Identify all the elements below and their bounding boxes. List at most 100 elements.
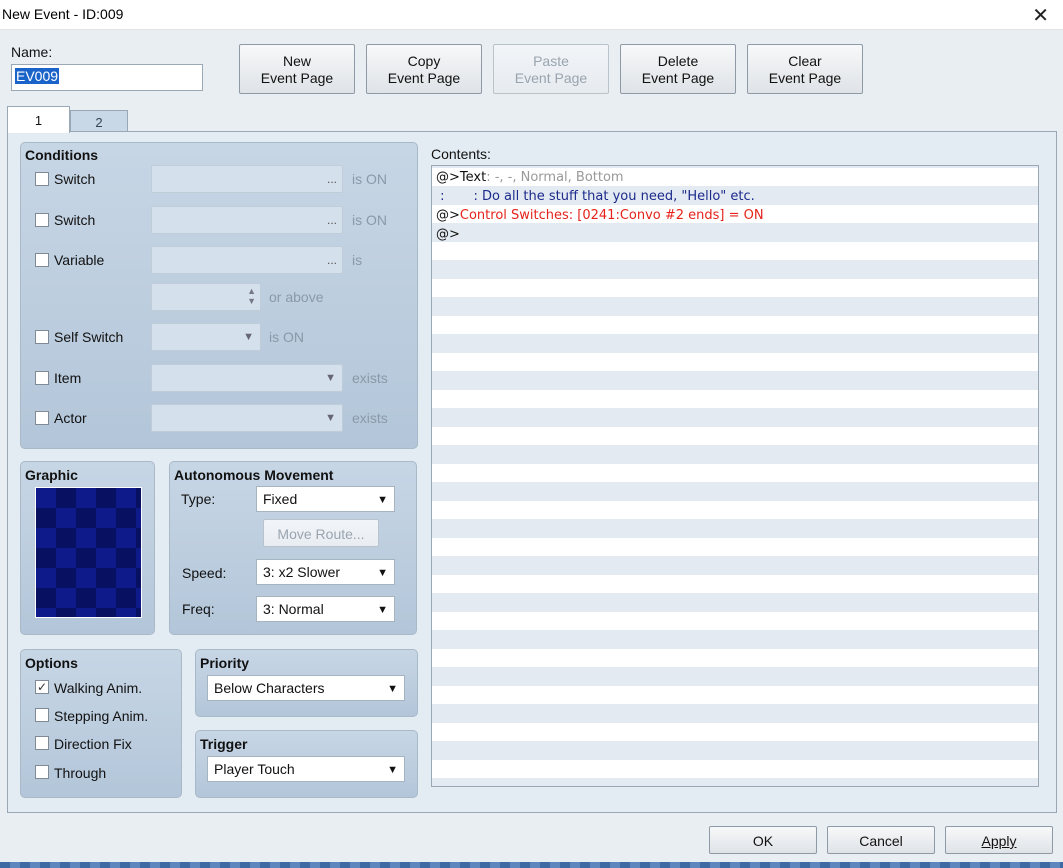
type-label: Type: [181, 491, 216, 507]
button-line: Event Page [387, 70, 461, 86]
spin-up-icon[interactable]: ▲ [247, 286, 256, 296]
command-line-control-switches[interactable]: @>Control Switches: [0241:Convo #2 ends]… [436, 208, 764, 223]
clear-event-page-button[interactable]: Clear Event Page [747, 44, 863, 94]
button-line: Event Page [514, 70, 588, 86]
variable-checkbox[interactable] [35, 253, 49, 267]
title-bar: New Event - ID:009 ✕ [0, 0, 1063, 30]
command-line-empty[interactable]: @> [436, 227, 460, 242]
speed-select[interactable]: 3: x2 Slower ▼ [256, 559, 395, 585]
spin-down-icon[interactable]: ▼ [247, 296, 256, 306]
paste-event-page-button[interactable]: Paste Event Page [493, 44, 609, 94]
actor-checkbox[interactable] [35, 411, 49, 425]
actor-select[interactable]: ▼ [151, 404, 343, 432]
button-line: Clear [788, 53, 822, 69]
close-icon[interactable]: ✕ [1032, 3, 1049, 28]
name-input[interactable]: EV009 [11, 64, 203, 91]
ok-button[interactable]: OK [709, 826, 817, 854]
switch2-label: Switch [54, 212, 96, 228]
trigger-select[interactable]: Player Touch ▼ [207, 756, 405, 782]
ellipsis-icon: ... [326, 172, 337, 186]
direction-fix-label: Direction Fix [54, 736, 132, 752]
dropdown-arrow-icon: ▼ [377, 604, 388, 616]
item-select[interactable]: ▼ [151, 364, 343, 392]
self-switch-select[interactable]: ▼ [151, 323, 261, 351]
graphic-preview[interactable] [35, 487, 142, 618]
command-args: Control Switches: [0241:Convo #2 ends] =… [459, 208, 764, 223]
variable-field[interactable]: ... [151, 246, 343, 274]
speed-label: Speed: [182, 565, 227, 581]
ellipsis-icon: ... [326, 213, 337, 227]
dropdown-arrow-icon: ▼ [387, 764, 398, 776]
stepper-arrows-icon[interactable]: ▲ ▼ [247, 286, 256, 306]
tab-page-1[interactable]: 1 [7, 106, 70, 133]
variable-label: Variable [54, 252, 105, 268]
button-line: Copy [407, 53, 441, 69]
window-title: New Event - ID:009 [2, 6, 124, 22]
contents-label: Contents: [431, 146, 491, 162]
switch1-label: Switch [54, 171, 96, 187]
type-value: Fixed [263, 491, 298, 507]
button-line: Event Page [768, 70, 842, 86]
walking-anim-label: Walking Anim. [54, 680, 143, 696]
self-switch-label: Self Switch [54, 329, 124, 345]
autonomous-movement-title: Autonomous Movement [174, 467, 334, 483]
switch2-suffix: is ON [352, 212, 387, 228]
options-title: Options [25, 655, 78, 671]
switch2-checkbox[interactable] [35, 213, 49, 227]
self-switch-suffix: is ON [269, 329, 304, 345]
command-args: : -, -, Normal, Bottom [486, 170, 624, 185]
conditions-title: Conditions [25, 147, 99, 163]
button-line: Paste [533, 53, 569, 69]
dropdown-arrow-icon: ▼ [243, 331, 254, 343]
freq-select[interactable]: 3: Normal ▼ [256, 596, 395, 622]
graphic-title: Graphic [25, 467, 78, 483]
actor-suffix: exists [352, 410, 388, 426]
item-checkbox[interactable] [35, 371, 49, 385]
variable-suffix: is [352, 252, 363, 268]
command-prefix: @>Text [436, 170, 487, 185]
through-label: Through [54, 765, 107, 781]
switch1-field[interactable]: ... [151, 165, 343, 193]
command-prefix: @> [436, 208, 460, 223]
new-event-page-button[interactable]: New Event Page [239, 44, 355, 94]
actor-label: Actor [54, 410, 87, 426]
priority-title: Priority [200, 655, 250, 671]
taskbar-strip [0, 862, 1063, 868]
delete-event-page-button[interactable]: Delete Event Page [620, 44, 736, 94]
through-checkbox[interactable] [35, 765, 49, 779]
name-label: Name: [11, 44, 53, 60]
stepping-anim-checkbox[interactable] [35, 708, 49, 722]
button-line: Event Page [260, 70, 334, 86]
stepping-anim-label: Stepping Anim. [54, 708, 149, 724]
switch1-checkbox[interactable] [35, 172, 49, 186]
direction-fix-checkbox[interactable] [35, 736, 49, 750]
walking-anim-checkbox[interactable]: ✓ [35, 680, 49, 694]
switch1-suffix: is ON [352, 171, 387, 187]
dropdown-arrow-icon: ▼ [377, 494, 388, 506]
variable-value-stepper[interactable]: ▲ ▼ [151, 283, 261, 311]
button-line: Delete [657, 53, 699, 69]
button-line: Event Page [641, 70, 715, 86]
priority-select[interactable]: Below Characters ▼ [207, 675, 405, 701]
command-line-text[interactable]: @>Text: -, -, Normal, Bottom [436, 170, 624, 185]
switch2-field[interactable]: ... [151, 206, 343, 234]
apply-button[interactable]: Apply [945, 826, 1053, 854]
button-line: New [282, 53, 311, 69]
event-contents-list[interactable]: @>Text: -, -, Normal, Bottom : : Do all … [431, 165, 1039, 787]
item-label: Item [54, 370, 82, 386]
tab-page-2[interactable]: 2 [70, 110, 128, 132]
cancel-button[interactable]: Cancel [827, 826, 935, 854]
name-value: EV009 [15, 68, 60, 84]
trigger-title: Trigger [200, 736, 248, 752]
command-line-message[interactable]: : : Do all the stuff that you need, "Hel… [436, 189, 755, 204]
ellipsis-icon: ... [326, 253, 337, 267]
freq-label: Freq: [182, 601, 215, 617]
copy-event-page-button[interactable]: Copy Event Page [366, 44, 482, 94]
priority-value: Below Characters [214, 680, 325, 696]
type-select[interactable]: Fixed ▼ [256, 486, 395, 512]
or-above-label: or above [269, 289, 324, 305]
move-route-button[interactable]: Move Route... [263, 519, 379, 547]
speed-value: 3: x2 Slower [263, 564, 341, 580]
self-switch-checkbox[interactable] [35, 330, 49, 344]
trigger-value: Player Touch [214, 761, 295, 777]
